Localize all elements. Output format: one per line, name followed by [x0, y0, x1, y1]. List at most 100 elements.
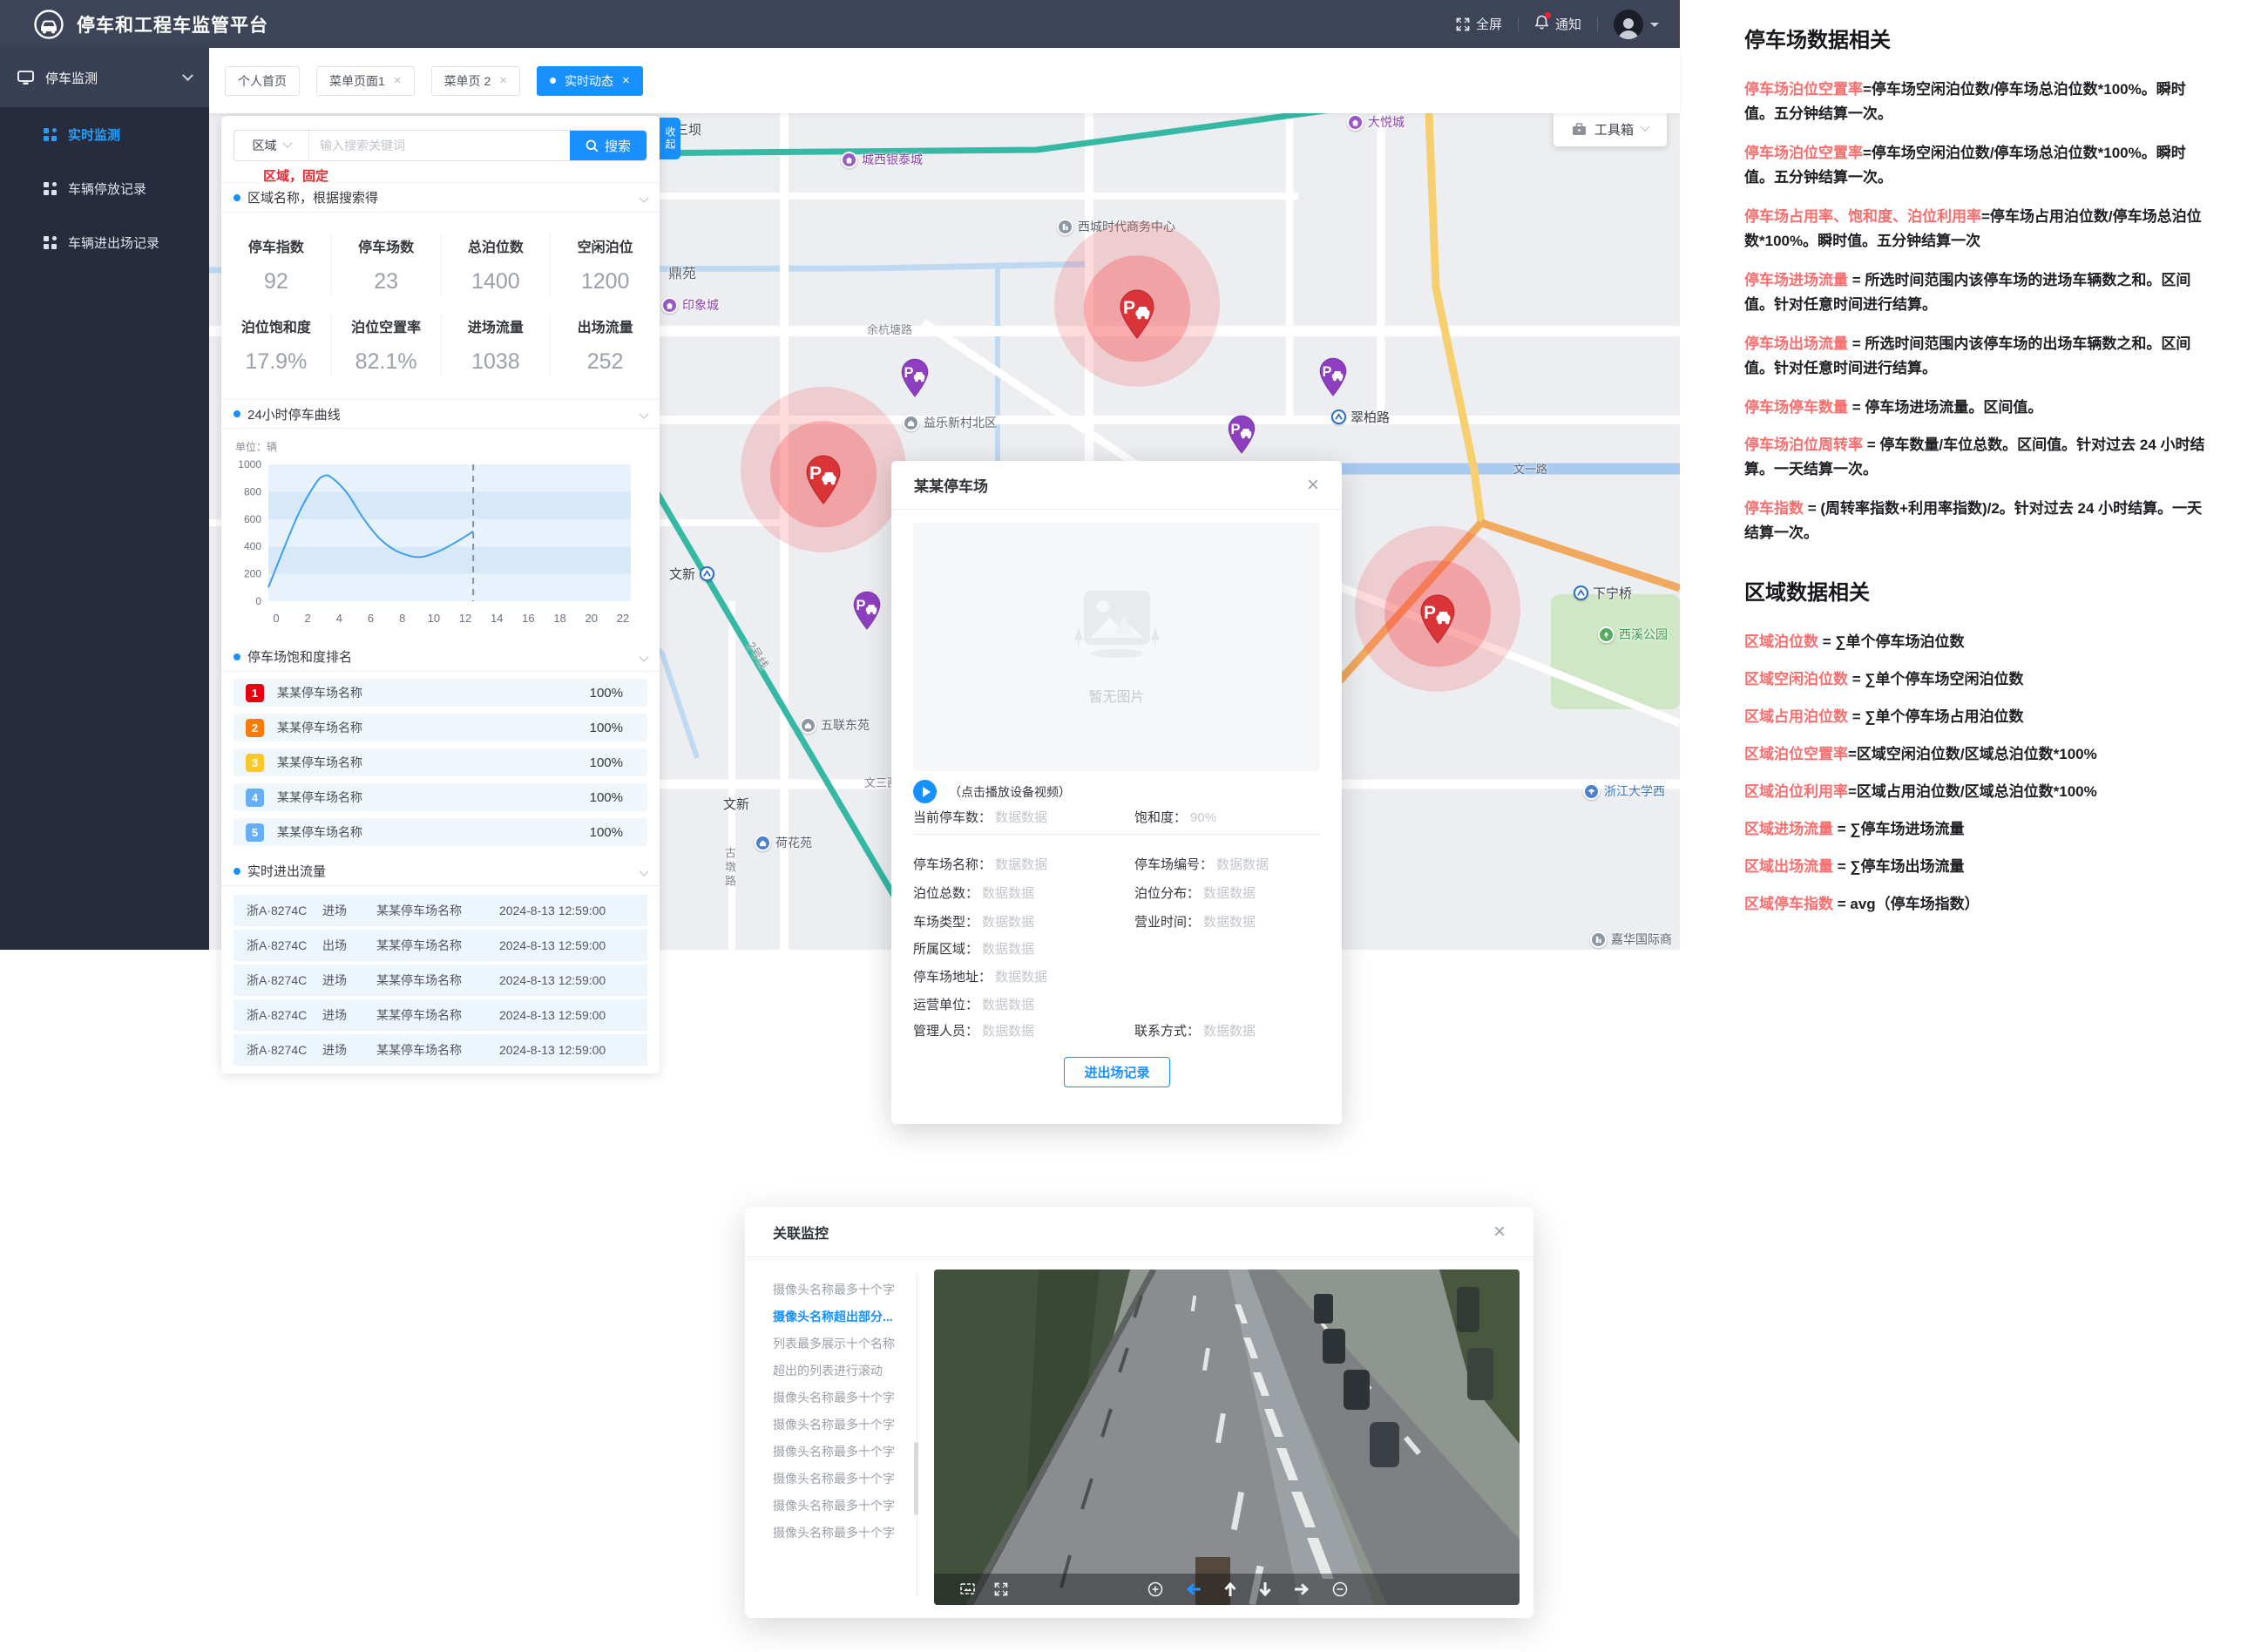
- chevron-collapse-icon[interactable]: [639, 652, 648, 661]
- field-saturation: 饱和度：90%: [1134, 808, 1216, 826]
- parking-pin-purple[interactable]: P: [1317, 357, 1349, 402]
- stat-parking-index: 停车指数92: [221, 234, 331, 296]
- flow-row[interactable]: 浙A·8274C出场某某停车场名称2024-8-13 12:59:00: [234, 930, 647, 961]
- entry-exit-records-button[interactable]: 进出场记录: [1064, 1057, 1170, 1087]
- search-input[interactable]: [309, 131, 570, 160]
- parking-pin-purple[interactable]: P: [851, 591, 883, 635]
- tab-menu-page-2[interactable]: 菜单页 2×: [431, 66, 520, 96]
- stats-grid: 停车指数92 停车场数23 总泊位数1400 空闲泊位1200 泊位饱和度17.…: [221, 213, 660, 399]
- parking-pin-red[interactable]: P: [1117, 289, 1157, 344]
- camera-list-item[interactable]: 摄像头名称最多十个字: [773, 1493, 917, 1520]
- camera-list-item[interactable]: 摄像头名称最多十个字: [773, 1412, 917, 1439]
- chart-unit-label: 单位：辆: [235, 439, 647, 454]
- pan-up-icon[interactable]: [1224, 1581, 1236, 1597]
- search-category-select[interactable]: 区域: [234, 131, 309, 160]
- section-region-header[interactable]: 区域名称，根据搜索得: [221, 183, 660, 213]
- user-avatar[interactable]: [1614, 10, 1643, 39]
- camera-list-item[interactable]: 摄像头名称最多十个字: [773, 1520, 917, 1547]
- section-realtime-flow[interactable]: 实时进出流量: [221, 856, 660, 886]
- play-video-button[interactable]: [913, 780, 937, 803]
- svg-text:18: 18: [553, 612, 565, 625]
- parking-pin-purple[interactable]: P: [1226, 415, 1257, 459]
- stat-saturation: 泊位饱和度17.9%: [221, 314, 331, 376]
- ranking-row[interactable]: 4某某停车场名称100%: [234, 783, 647, 811]
- search-button[interactable]: 搜索: [570, 131, 646, 160]
- chevron-collapse-icon[interactable]: [639, 193, 648, 202]
- panel-collapse-button[interactable]: 收起: [660, 118, 680, 159]
- map-poi-zheda: 浙江大学西: [1583, 782, 1665, 800]
- ranking-row[interactable]: 3某某停车场名称100%: [234, 748, 647, 776]
- field-district: 所属区域：数据数据: [913, 939, 1034, 958]
- annotation-region-fixed: 区域，固定: [260, 166, 332, 185]
- chevron-collapse-icon[interactable]: [639, 866, 648, 876]
- section-dot-icon: [234, 868, 240, 875]
- parking-pin-purple-icon: P: [899, 358, 931, 398]
- map-poi-chengxiyintai: 城西银泰城: [841, 151, 923, 168]
- parking-pin-red[interactable]: P: [1418, 594, 1458, 649]
- section-24h-curve[interactable]: 24小时停车曲线: [221, 399, 660, 429]
- fullscreen-video-icon[interactable]: [994, 1582, 1008, 1596]
- parking-pin-red[interactable]: P: [803, 455, 843, 510]
- chevron-collapse-icon[interactable]: [639, 409, 648, 418]
- close-icon[interactable]: ×: [1493, 1222, 1506, 1242]
- header-divider: [1518, 17, 1519, 32]
- ranking-row[interactable]: 2某某停车场名称100%: [234, 714, 647, 741]
- zoom-out-icon[interactable]: [1332, 1581, 1348, 1597]
- map-poi-hehuayuan: 荷花苑: [755, 834, 812, 851]
- flow-row[interactable]: 浙A·8274C进场某某停车场名称2024-8-13 12:59:00: [234, 999, 647, 1031]
- docs-section-title-region: 区域数据相关: [1744, 575, 2232, 606]
- camera-list-item[interactable]: 摄像头名称最多十个字: [773, 1276, 917, 1303]
- sidebar-item-realtime-monitor[interactable]: 实时监测: [0, 107, 209, 161]
- camera-list-item[interactable]: 摄像头名称最多十个字: [773, 1439, 917, 1466]
- map-poi-xixi-park: 西溪公园: [1598, 626, 1668, 643]
- svg-text:400: 400: [244, 540, 261, 552]
- rank-badge: 5: [246, 823, 264, 842]
- close-icon[interactable]: ×: [1307, 475, 1319, 496]
- pan-left-icon[interactable]: [1186, 1583, 1202, 1595]
- svg-text:P: P: [1123, 298, 1135, 318]
- sidebar-group-parking-monitor[interactable]: 停车监测: [0, 48, 209, 107]
- camera-list-item[interactable]: 摄像头名称最多十个字: [773, 1466, 917, 1493]
- flow-table: 浙A·8274C进场某某停车场名称2024-8-13 12:59:00 浙A·8…: [221, 886, 660, 1083]
- map-poi-xianingqiao: 下宁桥: [1574, 584, 1632, 602]
- close-icon[interactable]: ×: [499, 73, 507, 88]
- fullscreen-button[interactable]: 全屏: [1456, 15, 1502, 33]
- snapshot-icon[interactable]: [960, 1582, 975, 1596]
- toolbox-button[interactable]: 工具箱: [1554, 113, 1667, 146]
- map-poi-yinxiangcheng: 印象城: [661, 296, 719, 314]
- sidebar-item-parking-records[interactable]: 车辆停放记录: [0, 161, 209, 215]
- close-icon[interactable]: ×: [622, 73, 630, 88]
- pan-right-icon[interactable]: [1294, 1583, 1310, 1595]
- tab-realtime-active[interactable]: 实时动态×: [537, 66, 643, 96]
- tab-home[interactable]: 个人首页: [225, 66, 300, 96]
- field-current-count: 当前停车数：数据数据: [913, 808, 1047, 826]
- ranking-row[interactable]: 5某某停车场名称100%: [234, 818, 647, 846]
- close-icon[interactable]: ×: [394, 73, 402, 88]
- sidebar-item-entry-exit-records[interactable]: 车辆进出场记录: [0, 215, 209, 269]
- flow-row[interactable]: 浙A·8274C进场某某停车场名称2024-8-13 12:59:00: [234, 965, 647, 996]
- flow-row[interactable]: 浙A·8274C进场某某停车场名称2024-8-13 12:59:00: [234, 895, 647, 926]
- school-icon: [1583, 783, 1600, 800]
- svg-text:P: P: [856, 598, 865, 613]
- tab-menu-page-1[interactable]: 菜单页面1×: [316, 66, 415, 96]
- section-saturation-ranking[interactable]: 停车场饱和度排名: [221, 642, 660, 672]
- doc-entry: 停车场泊位空置率=停车场空闲泊位数/停车场总泊位数*100%。瞬时值。五分钟结算…: [1744, 141, 2215, 190]
- avatar-caret-icon[interactable]: [1650, 23, 1659, 31]
- notification-button[interactable]: 通知: [1534, 15, 1581, 33]
- camera-list-item[interactable]: 超出的列表进行滚动: [773, 1357, 917, 1385]
- flow-row[interactable]: 浙A·8274C进场某某停车场名称2024-8-13 12:59:00: [234, 1034, 647, 1066]
- parking-pin-purple[interactable]: P: [899, 358, 931, 403]
- svg-text:20: 20: [586, 612, 598, 625]
- ranking-row[interactable]: 1某某停车场名称100%: [234, 679, 647, 707]
- svg-text:0: 0: [273, 612, 279, 625]
- parking-pin-red-icon: P: [1418, 594, 1458, 645]
- pan-down-icon[interactable]: [1259, 1581, 1271, 1597]
- zoom-in-icon[interactable]: [1147, 1581, 1163, 1597]
- camera-list-item[interactable]: 列表最多展示十个名称: [773, 1330, 917, 1357]
- tab-bar: 个人首页 菜单页面1× 菜单页 2× 实时动态×: [209, 48, 1680, 113]
- camera-video-player[interactable]: [934, 1269, 1520, 1605]
- camera-list-item[interactable]: 摄像头名称最多十个字: [773, 1385, 917, 1412]
- camera-list-item-active[interactable]: 摄像头名称超出部分...: [773, 1303, 917, 1330]
- parking-pin-purple-icon: P: [851, 591, 883, 631]
- scrollbar-thumb[interactable]: [914, 1442, 918, 1515]
